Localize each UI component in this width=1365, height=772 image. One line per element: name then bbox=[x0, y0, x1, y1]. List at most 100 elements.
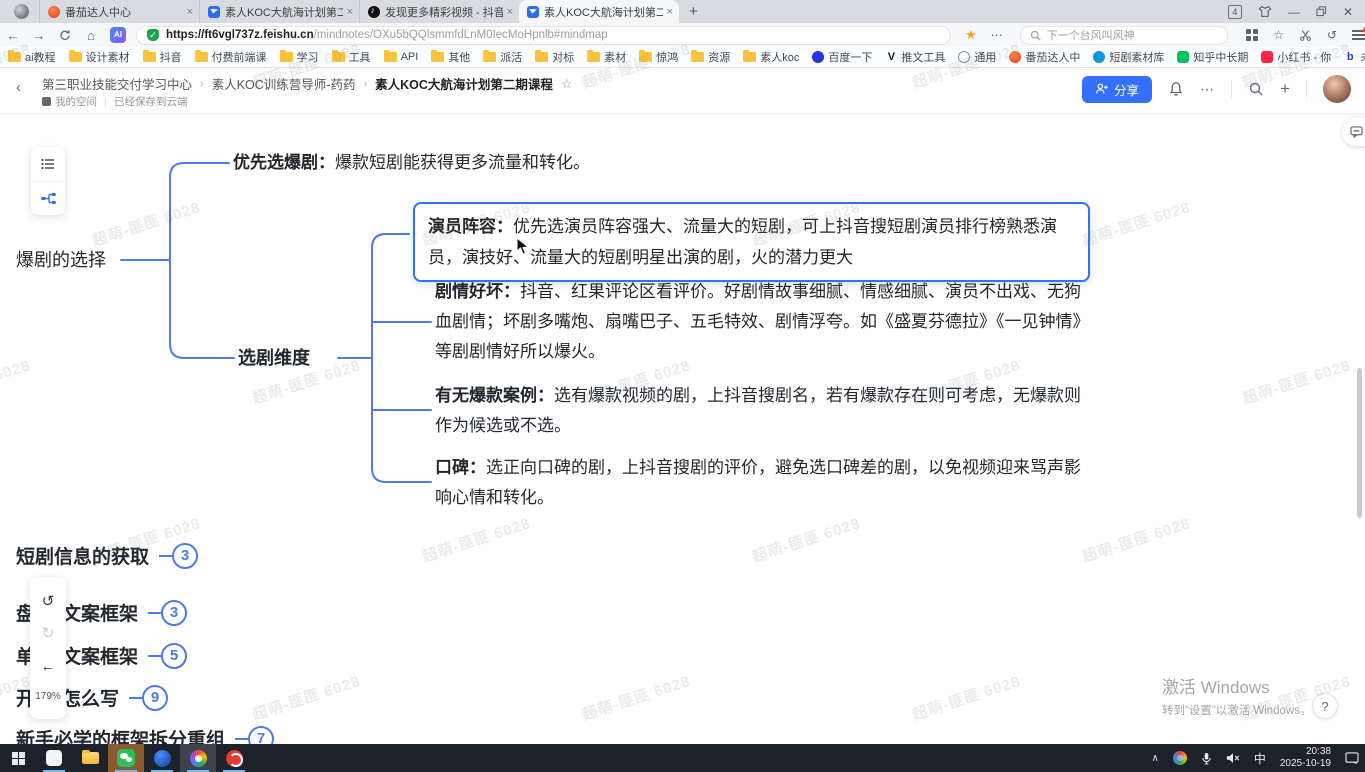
mindmap-canvas[interactable]: 爆剧的选择 优先选爆剧：爆款短剧能获得更多流量和转化。 选剧维度 演员阵容：优先… bbox=[0, 113, 1365, 744]
mindmap-node-plot[interactable]: 剧情好坏：抖音、红果评论区看评价。好剧情故事细腻、情感细腻、演员不出戏、无狗血剧… bbox=[435, 277, 1083, 367]
bookmark-site[interactable]: 小红书 - 你 bbox=[1261, 49, 1331, 65]
bookmark-folder[interactable]: 抖音 bbox=[143, 49, 182, 65]
bookmark-site[interactable]: 番茄达人中 bbox=[1009, 49, 1080, 65]
bookmark-site[interactable]: 通用 bbox=[958, 49, 996, 65]
close-tab-icon[interactable]: × bbox=[507, 6, 513, 18]
security-shield-icon[interactable]: ✓ bbox=[147, 29, 159, 41]
address-bar[interactable]: ✓ https://ft6vgl737z.feishu.cn/mindnotes… bbox=[136, 26, 951, 45]
ai-assistant-icon[interactable]: AI bbox=[110, 27, 126, 43]
apps-grid-icon[interactable] bbox=[1246, 29, 1258, 41]
bookmark-folder[interactable]: 学习 bbox=[280, 49, 319, 65]
taskbar-clock[interactable]: 20:382025-10-19 bbox=[1280, 746, 1331, 770]
taskbar-browser[interactable] bbox=[180, 744, 216, 772]
ime-indicator[interactable]: 中 bbox=[1254, 750, 1266, 767]
bookmark-manager-icon[interactable]: ☆ bbox=[1273, 28, 1284, 42]
mindmap-topic-info[interactable]: 短剧信息的获取 3 bbox=[16, 542, 198, 569]
bookmark-folder[interactable]: 惊鸿 bbox=[639, 49, 678, 65]
taskbar-app-notes[interactable] bbox=[36, 744, 72, 772]
tray-expand-icon[interactable]: ∧ bbox=[1152, 753, 1159, 764]
bookmark-folder[interactable]: API bbox=[384, 51, 419, 63]
bookmark-folder[interactable]: 素人koc bbox=[743, 49, 799, 65]
mindmap-node-reputation[interactable]: 口碑：选正向口碑的剧，上抖音搜剧的评价，避免选口碑差的剧，以免视频迎来骂声影响心… bbox=[435, 453, 1083, 513]
mindmap-root-node[interactable]: 爆剧的选择 bbox=[16, 247, 106, 273]
action-center-icon[interactable] bbox=[1345, 752, 1359, 764]
bookmark-star-icon[interactable]: ★ bbox=[965, 27, 977, 43]
bookmark-folder[interactable]: 其他 bbox=[431, 49, 470, 65]
history-icon[interactable]: ↺ bbox=[1327, 28, 1337, 42]
minimize-window-icon[interactable]: — bbox=[1288, 6, 1300, 18]
taskbar-app-red[interactable] bbox=[216, 744, 252, 772]
taskbar-file-explorer[interactable] bbox=[72, 744, 108, 772]
mindmap-node-priority[interactable]: 优先选爆剧：爆款短剧能获得更多流量和转化。 bbox=[233, 151, 590, 175]
new-tab-button[interactable]: + bbox=[689, 3, 698, 20]
collapsed-count-badge[interactable]: 3 bbox=[161, 600, 187, 626]
bookmark-folder[interactable]: 对标 bbox=[535, 49, 574, 65]
collapsed-count-badge[interactable]: 9 bbox=[142, 685, 168, 711]
comments-panel-tab[interactable] bbox=[1342, 118, 1365, 146]
doc-search-icon[interactable] bbox=[1248, 81, 1264, 97]
share-button[interactable]: 分享 bbox=[1082, 76, 1152, 103]
tray-browser-icon[interactable] bbox=[1173, 751, 1187, 765]
zoom-level[interactable]: 179% bbox=[35, 691, 61, 702]
bookmark-folder[interactable]: 素材 bbox=[587, 49, 626, 65]
collapsed-count-badge[interactable]: 7 bbox=[248, 726, 274, 745]
speaker-muted-icon[interactable] bbox=[1226, 752, 1240, 764]
theme-shirt-icon[interactable] bbox=[1258, 5, 1272, 18]
mindmap-node-dimension[interactable]: 选剧维度 bbox=[238, 345, 310, 371]
close-tab-icon[interactable]: × bbox=[187, 6, 193, 18]
mindmap-topic-remix[interactable]: 新手必学的框架拆分重组 7 bbox=[16, 725, 274, 744]
header-more-icon[interactable]: ⋯ bbox=[1200, 81, 1215, 98]
close-tab-icon[interactable]: × bbox=[347, 6, 353, 18]
refresh-icon[interactable] bbox=[52, 29, 78, 42]
user-avatar[interactable] bbox=[1323, 75, 1351, 103]
bookmark-site[interactable]: V推文工具 bbox=[885, 49, 945, 65]
tab-feishu-active[interactable]: 素人KOC大航海计划第二期课 × bbox=[519, 0, 679, 23]
url-text[interactable]: https://ft6vgl737z.feishu.cn/mindnotes/O… bbox=[166, 29, 608, 41]
bookmark-folder[interactable]: 设计素材 bbox=[69, 49, 130, 65]
taskbar-wechat[interactable] bbox=[108, 744, 144, 772]
mindmap-node-hit-cases[interactable]: 有无爆款案例：选有爆款视频的剧，上抖音搜剧名，若有爆款存在则可考虑，无爆款则作为… bbox=[435, 381, 1083, 441]
screenshot-scissors-icon[interactable] bbox=[1299, 29, 1312, 42]
bookmark-folder[interactable]: 派活 bbox=[483, 49, 522, 65]
restore-window-icon[interactable] bbox=[1316, 6, 1327, 17]
notifications-bell-icon[interactable] bbox=[1168, 81, 1184, 97]
mindmap-node-cast-selected[interactable]: 演员阵容：优先选演员阵容强大、流量大的短剧，可上抖音搜短剧演员排行榜熟悉演员，演… bbox=[413, 202, 1090, 282]
back-icon[interactable]: ← bbox=[0, 28, 26, 43]
forward-icon[interactable]: → bbox=[26, 28, 52, 43]
favorite-star-icon[interactable]: ☆ bbox=[561, 76, 573, 92]
close-tab-icon[interactable]: × bbox=[667, 6, 673, 18]
bookmark-folder[interactable]: 资源 bbox=[691, 49, 730, 65]
address-more-icon[interactable]: ⋯ bbox=[991, 28, 1004, 42]
mindmap-view-button[interactable] bbox=[31, 182, 65, 216]
close-window-icon[interactable]: ✕ bbox=[1343, 6, 1353, 18]
breadcrumb-item[interactable]: 素人KOC训练营导师-药药 bbox=[212, 74, 356, 93]
undo-icon[interactable]: ↺ bbox=[42, 594, 55, 609]
breadcrumb-item[interactable]: 第三职业技能交付学习中心 bbox=[42, 74, 192, 93]
quick-search-box[interactable]: 下一个台风叫风神 bbox=[1020, 26, 1229, 45]
doc-back-icon[interactable]: ‹ bbox=[16, 79, 21, 96]
tab-count-badge[interactable]: 4 bbox=[1228, 5, 1242, 19]
bookmark-site[interactable]: 短剧素材库 bbox=[1093, 49, 1164, 65]
home-icon[interactable]: ⌂ bbox=[78, 28, 104, 43]
taskbar-app-blue[interactable] bbox=[144, 744, 180, 772]
collapsed-count-badge[interactable]: 3 bbox=[172, 543, 198, 569]
bookmark-folder[interactable]: ai教程 bbox=[8, 49, 56, 65]
microphone-icon[interactable] bbox=[1201, 752, 1212, 765]
vertical-scrollbar[interactable] bbox=[1357, 368, 1362, 518]
bookmark-folder[interactable]: 工具 bbox=[332, 49, 371, 65]
help-button[interactable]: ? bbox=[1312, 693, 1338, 719]
outline-view-button[interactable] bbox=[31, 147, 65, 182]
bookmark-site[interactable]: 知乎中长期 bbox=[1177, 49, 1248, 65]
tab-douyin[interactable]: 发现更多精彩视频 - 抖音搜索 × bbox=[359, 0, 519, 23]
bookmark-folder[interactable]: 付费前端课 bbox=[195, 49, 267, 65]
tab-fanqie[interactable]: 番茄达人中心 × bbox=[39, 0, 199, 23]
back-to-center-icon[interactable]: ← bbox=[41, 659, 56, 674]
collapsed-count-badge[interactable]: 5 bbox=[161, 643, 187, 669]
menu-icon[interactable] bbox=[1352, 30, 1365, 40]
bookmark-site[interactable]: 百度一下 bbox=[812, 49, 872, 65]
create-new-icon[interactable]: + bbox=[1280, 79, 1290, 99]
browser-profile-avatar[interactable] bbox=[14, 4, 29, 19]
tab-feishu-1[interactable]: 素人KOC大航海计划第二期课 × bbox=[199, 0, 359, 23]
redo-icon[interactable]: ↻ bbox=[42, 626, 55, 641]
space-name[interactable]: 我的空间 bbox=[55, 94, 97, 109]
